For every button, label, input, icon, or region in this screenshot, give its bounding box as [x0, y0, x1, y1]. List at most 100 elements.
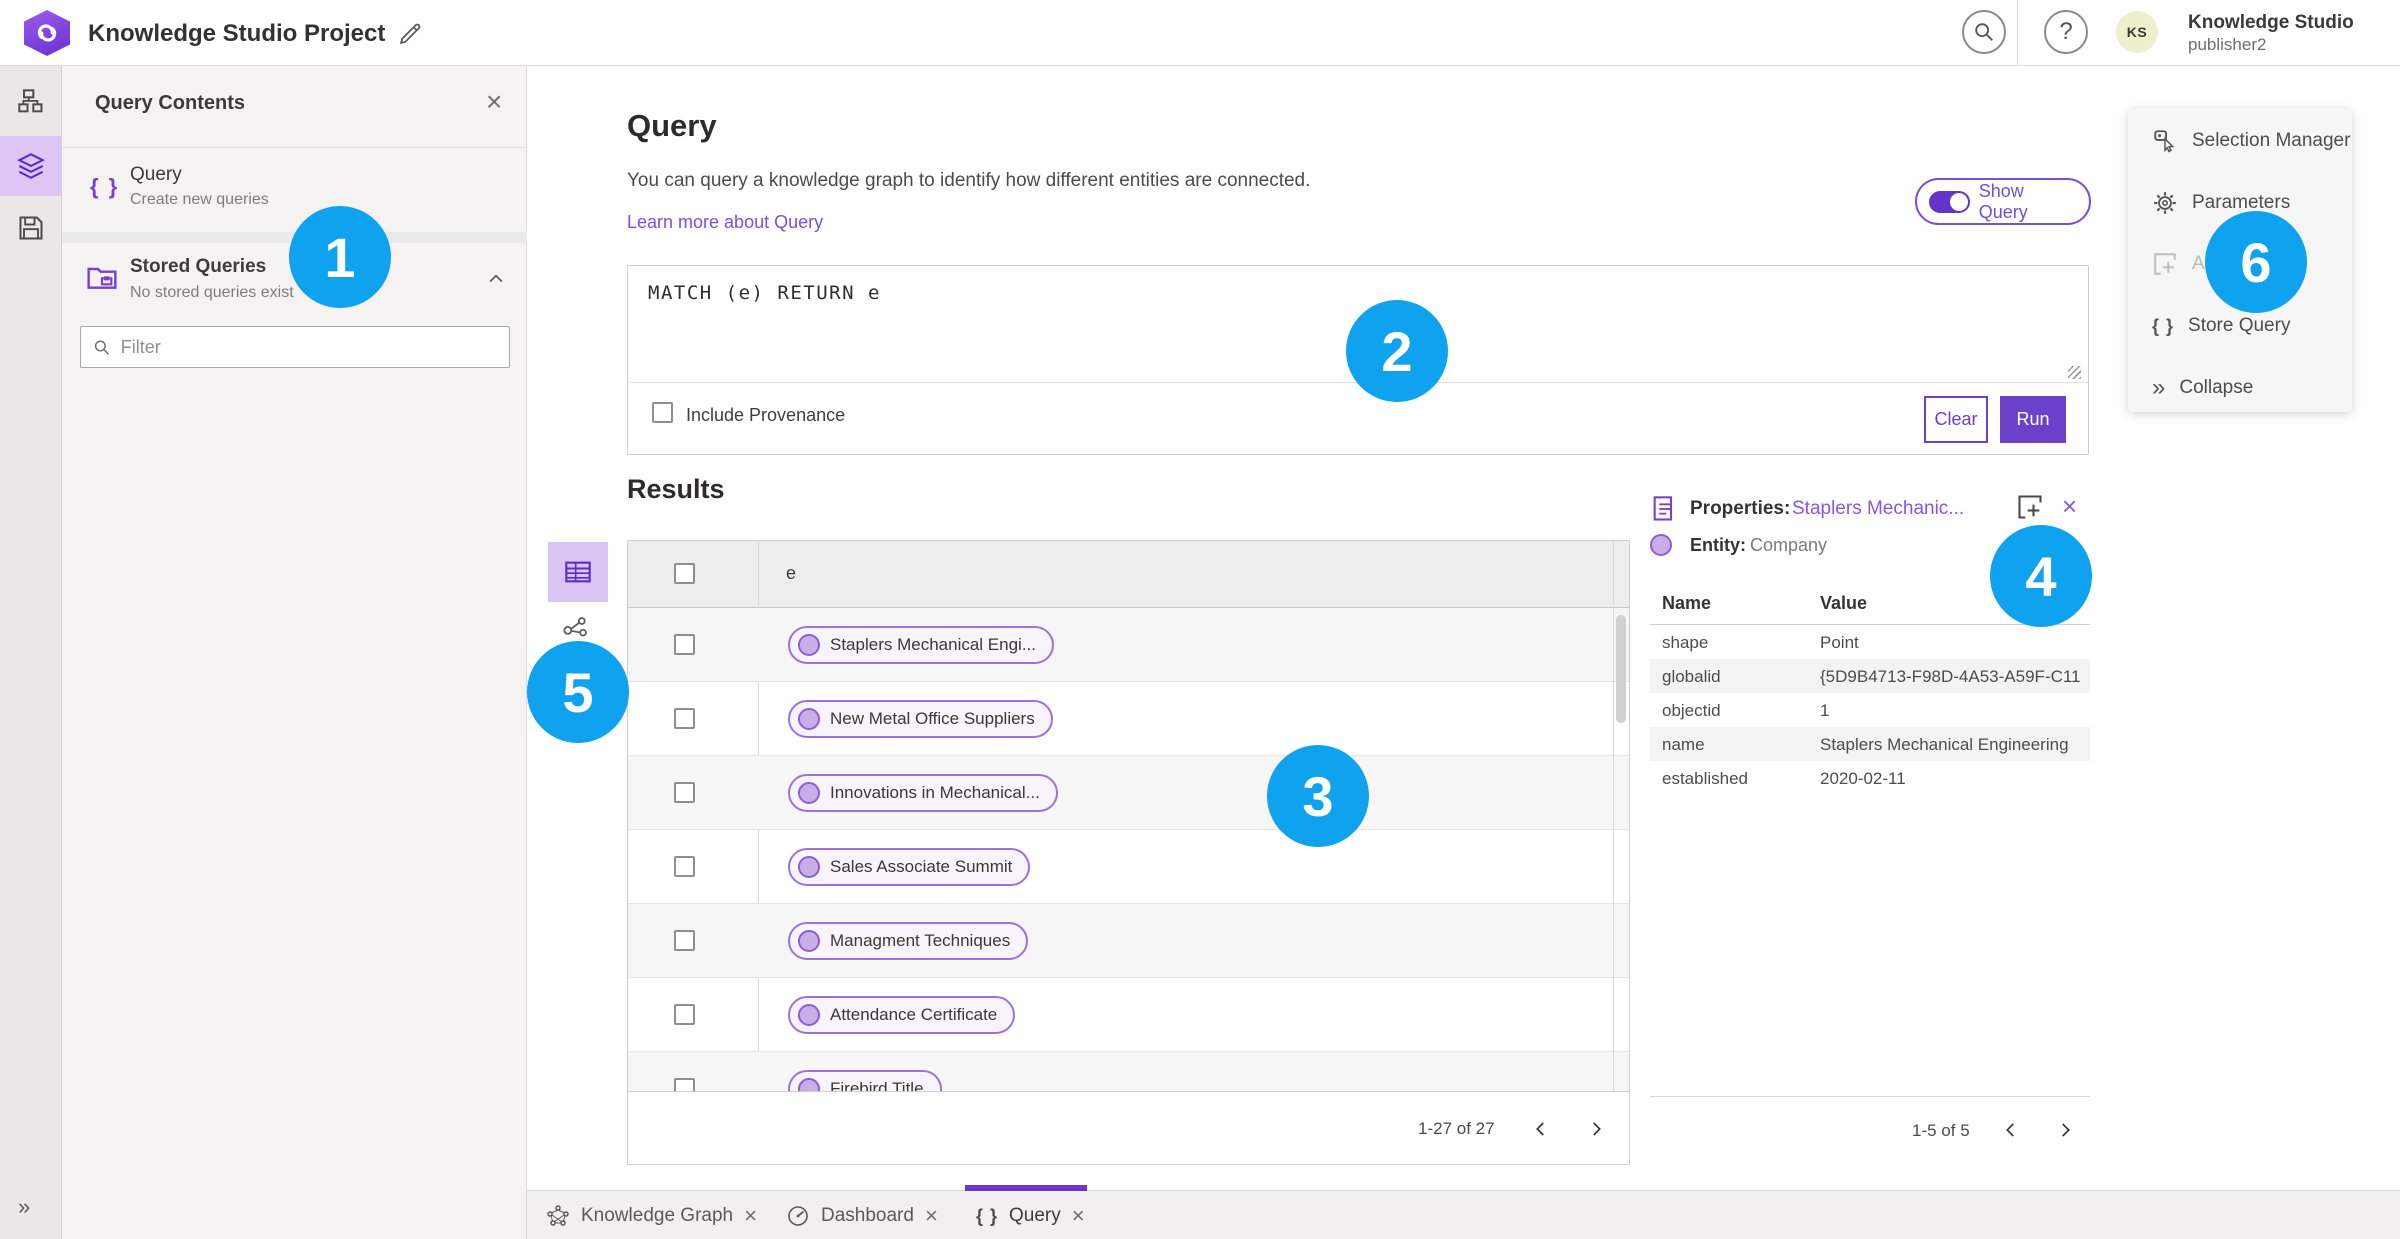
- select-all-checkbox[interactable]: [674, 563, 695, 584]
- menu-item-store-query[interactable]: { } Store Query: [2128, 311, 2352, 341]
- entity-dot-icon: [798, 1078, 820, 1091]
- query-contents-item-query[interactable]: { } Query Create new queries: [62, 148, 527, 232]
- annotation-circle-6: 6: [2205, 211, 2307, 313]
- item-subtitle: Create new queries: [130, 191, 269, 208]
- topbar-divider: [2017, 0, 2018, 66]
- entity-chip-label: Firebird Title: [830, 1079, 924, 1091]
- help-button[interactable]: ?: [2044, 10, 2088, 54]
- value-column-header: Value: [1820, 593, 1868, 613]
- property-row[interactable]: globalid {5D9B4713-F98D-4A53-A59F-C11...: [1650, 659, 2090, 693]
- scrollbar-track[interactable]: [1613, 541, 1614, 1091]
- scrollbar-thumb[interactable]: [1616, 615, 1626, 723]
- property-name: globalid: [1662, 667, 1721, 686]
- entity-type-dot-icon: [1650, 534, 1672, 556]
- entity-chip[interactable]: Firebird Title: [788, 1070, 942, 1091]
- show-query-toggle[interactable]: Show Query: [1915, 178, 2091, 225]
- avatar[interactable]: KS: [2116, 11, 2158, 53]
- braces-icon: { }: [90, 174, 120, 199]
- entity-chip-label: Innovations in Mechanical...: [830, 783, 1040, 802]
- property-row[interactable]: name Staplers Mechanical Engineering: [1650, 727, 2090, 761]
- annotation-number: 6: [2240, 230, 2272, 294]
- close-icon[interactable]: ×: [925, 1203, 938, 1229]
- chevron-up-icon[interactable]: [486, 269, 506, 289]
- properties-close-icon[interactable]: ×: [2062, 491, 2077, 522]
- edit-pencil-icon[interactable]: [398, 21, 423, 46]
- close-icon[interactable]: ×: [744, 1203, 757, 1229]
- table-view-button[interactable]: [548, 542, 608, 602]
- query-input[interactable]: MATCH (e) RETURN e: [648, 282, 881, 304]
- search-button[interactable]: [1962, 10, 2006, 54]
- table-row[interactable]: Innovations in Mechanical...: [628, 756, 1629, 830]
- name-column-header: Name: [1662, 593, 1712, 613]
- rail-expand-button[interactable]: »: [18, 1194, 30, 1220]
- save-icon[interactable]: [17, 214, 45, 242]
- entity-chip[interactable]: Attendance Certificate: [788, 996, 1016, 1034]
- entity-chip[interactable]: New Metal Office Suppliers: [788, 700, 1053, 738]
- tab-dashboard[interactable]: Dashboard ×: [786, 1201, 938, 1231]
- property-row[interactable]: shape Point: [1650, 625, 2090, 659]
- learn-more-link[interactable]: Learn more about Query: [627, 212, 823, 233]
- entity-chip[interactable]: Staplers Mechanical Engi...: [788, 626, 1054, 664]
- app-logo-icon[interactable]: [24, 10, 70, 56]
- entity-chip-label: Sales Associate Summit: [830, 857, 1013, 876]
- table-row[interactable]: New Metal Office Suppliers: [628, 682, 1629, 756]
- property-value: {5D9B4713-F98D-4A53-A59F-C11...: [1820, 667, 2082, 686]
- menu-item-collapse[interactable]: » Collapse: [2128, 373, 2352, 403]
- menu-item-selection-manager[interactable]: Selection Manager: [2128, 126, 2352, 156]
- include-provenance-checkbox[interactable]: [652, 402, 673, 423]
- row-checkbox[interactable]: [674, 930, 695, 951]
- tab-query[interactable]: { } Query ×: [976, 1201, 1085, 1231]
- collapse-icon: »: [2152, 374, 2166, 401]
- query-heading: Query: [627, 108, 717, 143]
- braces-icon: { }: [976, 1205, 999, 1226]
- row-checkbox[interactable]: [674, 856, 695, 877]
- row-checkbox[interactable]: [674, 1004, 695, 1025]
- annotation-circle-2: 2: [1346, 300, 1448, 402]
- row-checkbox[interactable]: [674, 1078, 695, 1091]
- properties-next-button[interactable]: [2052, 1117, 2078, 1143]
- row-checkbox[interactable]: [674, 782, 695, 803]
- row-checkbox[interactable]: [674, 634, 695, 655]
- entity-chip-label: Attendance Certificate: [830, 1005, 998, 1024]
- annotation-circle-3: 3: [1267, 745, 1369, 847]
- query-description: You can query a knowledge graph to ident…: [627, 170, 1311, 191]
- filter-input[interactable]: [120, 336, 497, 358]
- properties-entity-link[interactable]: Staplers Mechanic...: [1792, 498, 1964, 520]
- entity-chip-label: New Metal Office Suppliers: [830, 709, 1035, 728]
- clear-button[interactable]: Clear: [1924, 396, 1988, 443]
- stored-queries-title: Stored Queries: [130, 256, 267, 277]
- properties-page-range: 1-5 of 5: [1912, 1121, 1970, 1140]
- data-model-icon[interactable]: [17, 88, 45, 116]
- resize-handle[interactable]: [2068, 366, 2081, 379]
- previous-page-button[interactable]: [1528, 1116, 1554, 1142]
- add-to-selection-icon[interactable]: [2016, 493, 2044, 521]
- properties-previous-button[interactable]: [1998, 1117, 2024, 1143]
- property-value: Staplers Mechanical Engineering: [1820, 735, 2069, 754]
- entity-chip[interactable]: Sales Associate Summit: [788, 848, 1031, 886]
- table-row[interactable]: Managment Techniques: [628, 904, 1629, 978]
- menu-item-label: Collapse: [2179, 377, 2254, 398]
- layers-icon[interactable]: [17, 152, 45, 180]
- graph-view-icon[interactable]: [560, 614, 592, 642]
- entity-dot-icon: [798, 856, 820, 878]
- table-row[interactable]: Attendance Certificate: [628, 978, 1629, 1052]
- property-value: 2020-02-11: [1820, 769, 1906, 788]
- close-icon[interactable]: ×: [1072, 1203, 1085, 1229]
- toggle-switch[interactable]: [1929, 190, 1970, 213]
- property-row[interactable]: objectid 1: [1650, 693, 2090, 727]
- table-row[interactable]: Staplers Mechanical Engi...: [628, 608, 1629, 682]
- annotation-number: 1: [324, 225, 356, 289]
- run-button[interactable]: Run: [2000, 396, 2066, 443]
- table-row[interactable]: Sales Associate Summit: [628, 830, 1629, 904]
- panel-close-icon[interactable]: ×: [486, 86, 502, 118]
- panel-title: Query Contents: [95, 92, 246, 114]
- filter-field[interactable]: [80, 326, 510, 368]
- tab-knowledge-graph[interactable]: Knowledge Graph ×: [546, 1201, 757, 1231]
- property-row[interactable]: established 2020-02-11: [1650, 761, 2090, 795]
- row-checkbox[interactable]: [674, 708, 695, 729]
- next-page-button[interactable]: [1583, 1116, 1609, 1142]
- toggle-knob: [1949, 192, 1968, 211]
- table-row[interactable]: Firebird Title: [628, 1052, 1629, 1091]
- entity-chip[interactable]: Managment Techniques: [788, 922, 1029, 960]
- entity-chip[interactable]: Innovations in Mechanical...: [788, 774, 1058, 812]
